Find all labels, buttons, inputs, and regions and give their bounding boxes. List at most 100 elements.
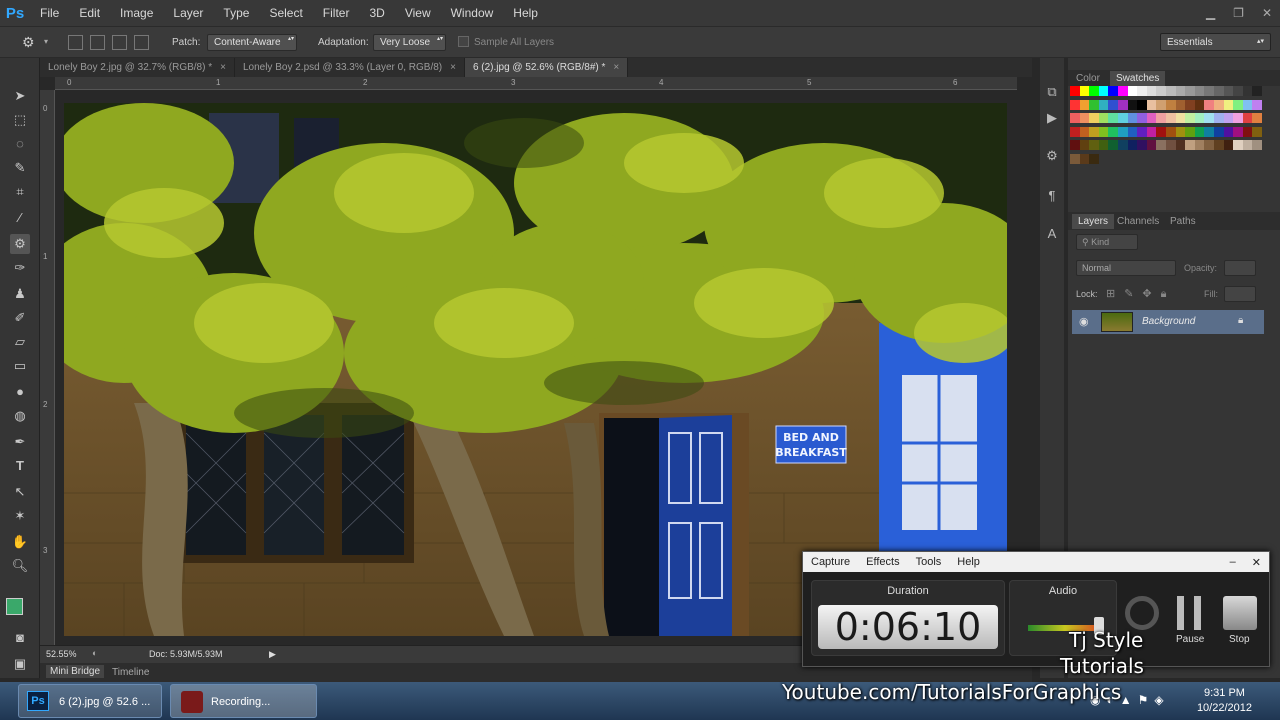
menu-window[interactable]: Window (441, 0, 504, 26)
zoom-level[interactable]: 52.55% (46, 649, 77, 659)
swatch[interactable] (1098, 140, 1109, 150)
swatch[interactable] (1146, 140, 1157, 150)
patch-select[interactable]: Content-Aware (207, 34, 297, 51)
swatch[interactable] (1223, 140, 1234, 150)
swatch[interactable] (1079, 99, 1090, 110)
swatch[interactable] (1175, 113, 1186, 123)
swatch[interactable] (1204, 126, 1215, 137)
selection-add-icon[interactable] (90, 35, 105, 50)
foreground-color-swatch[interactable] (6, 598, 23, 615)
swatch[interactable] (1079, 86, 1090, 96)
selection-new-icon[interactable] (68, 35, 83, 50)
swatch[interactable] (1089, 153, 1100, 164)
swatch[interactable] (1137, 113, 1148, 123)
swatch[interactable] (1137, 86, 1148, 96)
swatch[interactable] (1127, 99, 1138, 110)
swatch[interactable] (1098, 86, 1109, 96)
swatch[interactable] (1089, 86, 1100, 96)
swatch[interactable] (1252, 86, 1263, 96)
taskbar-photoshop[interactable]: Ps 6 (2).jpg @ 52.6 ... (18, 684, 162, 718)
swatch[interactable] (1204, 86, 1215, 96)
export-icon[interactable]: ◐ (92, 648, 97, 658)
swatch[interactable] (1175, 99, 1186, 110)
menu-layer[interactable]: Layer (163, 0, 213, 26)
recorder-menu-tools[interactable]: Tools (908, 556, 950, 568)
hand-tool-icon[interactable]: ✋ (10, 532, 30, 552)
swatch[interactable] (1127, 113, 1138, 123)
screen-mode-icon[interactable]: ▣ (10, 654, 30, 674)
swatch[interactable] (1146, 113, 1157, 123)
close-icon[interactable]: × (220, 62, 226, 73)
swatch[interactable] (1223, 99, 1234, 110)
close-icon[interactable]: ✕ (1244, 556, 1269, 569)
swatch[interactable] (1118, 140, 1128, 150)
swatch[interactable] (1118, 113, 1128, 123)
tab-paths[interactable]: Paths (1170, 216, 1196, 227)
swatch[interactable] (1079, 153, 1090, 164)
minimize-icon[interactable]: ▁ (1206, 6, 1215, 20)
dodge-tool-icon[interactable]: ◍ (10, 406, 30, 426)
swatch[interactable] (1070, 126, 1080, 137)
swatch[interactable] (1108, 126, 1119, 137)
tab-timeline[interactable]: Timeline (112, 667, 149, 678)
swatch[interactable] (1108, 99, 1119, 110)
swatch[interactable] (1070, 99, 1080, 110)
eraser-tool-icon[interactable]: ▱ (10, 332, 30, 352)
swatch[interactable] (1156, 113, 1167, 123)
tab-mini-bridge[interactable]: Mini Bridge (46, 665, 105, 678)
swatch[interactable] (1146, 86, 1157, 96)
swatch[interactable] (1108, 86, 1119, 96)
menu-filter[interactable]: Filter (313, 0, 360, 26)
swatch[interactable] (1242, 99, 1253, 110)
record-icon[interactable] (1125, 596, 1159, 630)
swatch[interactable] (1146, 99, 1157, 110)
selection-subtract-icon[interactable] (112, 35, 127, 50)
swatch[interactable] (1194, 86, 1205, 96)
swatch[interactable] (1194, 113, 1205, 123)
path-select-tool-icon[interactable]: ↖ (10, 482, 30, 502)
shape-tool-icon[interactable]: ✶ (10, 506, 30, 526)
menu-edit[interactable]: Edit (69, 0, 110, 26)
swatch[interactable] (1118, 126, 1128, 137)
close-icon[interactable]: ✕ (1262, 6, 1272, 20)
character-icon[interactable]: A (1044, 226, 1060, 242)
swatch[interactable] (1233, 99, 1244, 110)
swatch[interactable] (1194, 99, 1205, 110)
recorder-menu-effects[interactable]: Effects (858, 556, 907, 568)
swatch[interactable] (1089, 113, 1100, 123)
swatch[interactable] (1233, 113, 1244, 123)
swatch[interactable] (1079, 113, 1090, 123)
kind-filter-select[interactable]: ⚲ Kind (1076, 234, 1138, 250)
actions-play-icon[interactable]: ▶ (1044, 110, 1060, 126)
close-icon[interactable]: × (613, 62, 619, 73)
swatch[interactable] (1108, 113, 1119, 123)
swatch[interactable] (1070, 140, 1080, 150)
swatch[interactable] (1242, 113, 1253, 123)
swatch[interactable] (1166, 113, 1176, 123)
selection-intersect-icon[interactable] (134, 35, 149, 50)
blend-mode-select[interactable]: Normal (1076, 260, 1176, 276)
history-panel-icon[interactable]: ⧉ (1044, 84, 1060, 100)
swatch[interactable] (1185, 126, 1196, 137)
quick-select-tool-icon[interactable]: ✎ (10, 158, 30, 178)
menu-select[interactable]: Select (259, 0, 312, 26)
swatch[interactable] (1252, 140, 1263, 150)
swatch[interactable] (1214, 99, 1224, 110)
swatch[interactable] (1252, 126, 1263, 137)
swatch[interactable] (1166, 140, 1176, 150)
swatch[interactable] (1070, 86, 1080, 96)
swatch[interactable] (1070, 113, 1080, 123)
swatch[interactable] (1252, 99, 1263, 110)
swatch[interactable] (1070, 153, 1080, 164)
crop-tool-icon[interactable]: ⌗ (10, 182, 30, 202)
menu-type[interactable]: Type (213, 0, 259, 26)
quick-mask-icon[interactable]: ◙ (10, 628, 30, 648)
history-brush-tool-icon[interactable]: ✐ (10, 308, 30, 328)
fill-field[interactable] (1224, 286, 1256, 302)
swatch[interactable] (1223, 126, 1234, 137)
swatch[interactable] (1214, 140, 1224, 150)
lasso-tool-icon[interactable]: ◌ (10, 134, 30, 154)
menu-image[interactable]: Image (110, 0, 163, 26)
pen-tool-icon[interactable]: ✒ (10, 432, 30, 452)
adaptation-select[interactable]: Very Loose (373, 34, 446, 51)
